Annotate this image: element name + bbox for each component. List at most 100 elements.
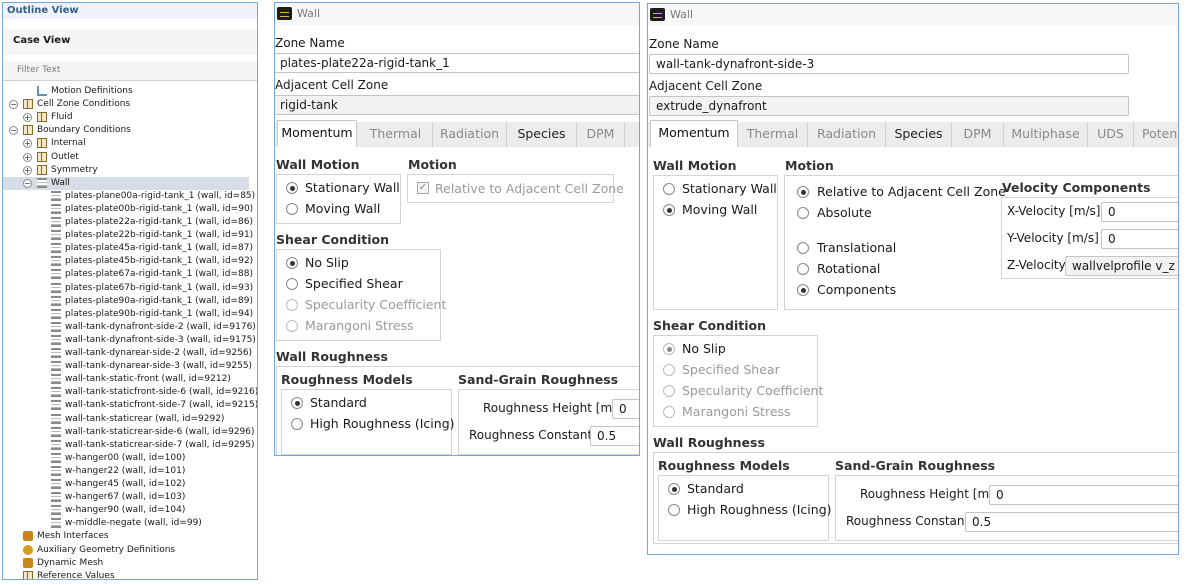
standard-radio[interactable]	[291, 397, 303, 409]
expand-icon[interactable]: +	[23, 113, 32, 123]
tree-item[interactable]: − Wall	[3, 176, 249, 190]
tree-item[interactable]: plates-plate67b-rigid-tank_1 (wall, id=9…	[3, 282, 253, 295]
tab-more[interactable]	[625, 122, 639, 147]
tree-item[interactable]: wall-tank-staticfront-side-6 (wall, id=9…	[3, 386, 257, 399]
tab-radiation[interactable]: Radiation	[808, 122, 886, 147]
tab-species[interactable]: Species	[886, 122, 952, 147]
absolute-radio[interactable]	[797, 207, 809, 219]
tree-item[interactable]: Reference Values	[3, 570, 253, 579]
collapse-icon[interactable]: −	[9, 126, 18, 136]
tree-item[interactable]: w-hanger22 (wall, id=101)	[3, 465, 253, 478]
tree-item[interactable]: + Outlet	[3, 151, 253, 164]
tree-item-label: Auxiliary Geometry Definitions	[37, 544, 176, 555]
tree-item[interactable]: w-hanger90 (wall, id=104)	[3, 504, 253, 517]
tree-item[interactable]: plates-plate22b-rigid-tank_1 (wall, id=9…	[3, 229, 253, 242]
tree-item[interactable]: plates-plate45a-rigid-tank_1 (wall, id=8…	[3, 242, 253, 255]
relative-radio[interactable]	[797, 186, 809, 198]
tree-item[interactable]: wall-tank-dynafront-side-3 (wall, id=917…	[3, 334, 256, 347]
tree-item[interactable]: w-hanger67 (wall, id=103)	[3, 491, 253, 504]
rotational-radio[interactable]	[797, 263, 809, 275]
tab-momentum[interactable]: Momentum	[277, 120, 357, 147]
expand-icon[interactable]: +	[23, 165, 32, 175]
tree-item-label: Boundary Conditions	[37, 125, 131, 136]
roughness-height-input[interactable]: 0	[989, 485, 1178, 505]
tree-item[interactable]: Motion Definitions	[3, 85, 253, 98]
zone-name-label: Zone Name	[649, 37, 719, 51]
tab-thermal[interactable]: Thermal	[359, 122, 433, 147]
wall-icon	[51, 374, 61, 385]
tree-item[interactable]: wall-tank-staticrear (wall, id=9292)	[3, 413, 253, 426]
tree-item-label: plates-plate22a-rigid-tank_1 (wall, id=8…	[65, 217, 253, 227]
tree-item[interactable]: w-hanger00 (wall, id=100)	[3, 452, 253, 465]
collapse-icon[interactable]: −	[23, 178, 32, 188]
wall-icon	[51, 439, 61, 450]
tree-item[interactable]: + Internal	[3, 137, 253, 150]
tree-item[interactable]: − Boundary Conditions	[3, 124, 253, 137]
roughness-constant-input[interactable]: 0.5	[965, 512, 1178, 532]
tree-item[interactable]: plates-plate90b-rigid-tank_1 (wall, id=9…	[3, 308, 253, 321]
tab-thermal[interactable]: Thermal	[738, 122, 808, 147]
high-roughness-radio[interactable]	[291, 418, 303, 430]
tree-item[interactable]: plates-plate45b-rigid-tank_1 (wall, id=9…	[3, 255, 253, 268]
stationary-wall-radio[interactable]	[663, 183, 675, 195]
zone-name-input[interactable]: plates-plate22a-rigid-tank_1	[275, 53, 639, 73]
high-roughness-radio[interactable]	[668, 504, 680, 516]
roughness-models-group: Standard High Roughness (Icing)	[281, 389, 455, 455]
moving-wall-radio[interactable]	[286, 203, 298, 215]
tree-item[interactable]: wall-tank-static-front (wall, id=9212)	[3, 373, 253, 386]
tab-dpm[interactable]: DPM	[952, 122, 1004, 147]
translational-radio[interactable]	[797, 242, 809, 254]
x-velocity-input[interactable]: 0	[1101, 202, 1178, 222]
tab-radiation[interactable]: Radiation	[433, 122, 507, 147]
tree-item[interactable]: w-middle-negate (wall, id=99)	[3, 517, 253, 530]
tree-item[interactable]: wall-tank-dynarear-side-3 (wall, id=9255…	[3, 360, 253, 373]
components-radio[interactable]	[797, 284, 809, 296]
tree-item[interactable]: wall-tank-staticrear-side-7 (wall, id=92…	[3, 439, 255, 452]
tree-item[interactable]: − Cell Zone Conditions	[3, 98, 253, 111]
tab-dpm[interactable]: DPM	[577, 122, 625, 147]
tree-item[interactable]: wall-tank-dynarear-side-2 (wall, id=9256…	[3, 347, 253, 360]
adjacent-cell-zone-field: extrude_dynafront	[649, 96, 1129, 116]
tree-item[interactable]: Dynamic Mesh	[3, 557, 253, 570]
tree-item[interactable]: + Symmetry	[3, 164, 253, 177]
tab-species[interactable]: Species	[507, 122, 577, 147]
roughness-constant-input[interactable]: 0.5	[590, 426, 639, 446]
tree-item[interactable]: plates-plane00a-rigid-tank_1 (wall, id=8…	[3, 190, 255, 203]
tree-item[interactable]: plates-plate67a-rigid-tank_1 (wall, id=8…	[3, 268, 253, 281]
tree-item[interactable]: w-hanger45 (wall, id=102)	[3, 478, 253, 491]
tab-momentum[interactable]: Momentum	[650, 120, 738, 147]
moving-wall-radio[interactable]	[663, 204, 675, 216]
filter-text-input[interactable]: Filter Text	[3, 61, 257, 81]
tree-item[interactable]: plates-plate22a-rigid-tank_1 (wall, id=8…	[3, 216, 253, 229]
tree-item[interactable]: Auxiliary Geometry Definitions	[3, 544, 253, 557]
relative-checkbox[interactable]: ✓	[417, 182, 429, 194]
tab-multiphase[interactable]: Multiphase	[1004, 122, 1088, 147]
tree-item[interactable]: wall-tank-staticfront-side-7 (wall, id=9…	[3, 399, 257, 412]
specified-shear-radio[interactable]	[286, 278, 298, 290]
expand-icon[interactable]: +	[23, 139, 32, 149]
no-slip-radio[interactable]	[286, 257, 298, 269]
shear-condition-title: Shear Condition	[653, 318, 766, 333]
roughness-height-input[interactable]: 0	[612, 399, 639, 419]
stationary-wall-radio[interactable]	[286, 182, 298, 194]
tree-item[interactable]: plates-plate00b-rigid-tank_1 (wall, id=9…	[3, 203, 253, 216]
tab-uds[interactable]: UDS	[1088, 122, 1134, 147]
tree-item[interactable]: wall-tank-dynafront-side-2 (wall, id=917…	[3, 321, 256, 334]
tree-item[interactable]: plates-plate90a-rigid-tank_1 (wall, id=8…	[3, 295, 253, 308]
standard-radio[interactable]	[668, 483, 680, 495]
moving-wall-label: Moving Wall	[682, 202, 758, 217]
y-velocity-input[interactable]: 0	[1101, 229, 1178, 249]
tree-item[interactable]: wall-tank-staticrear-side-6 (wall, id=92…	[3, 426, 255, 439]
marangoni-radio	[663, 406, 675, 418]
tree-item[interactable]: Mesh Interfaces	[3, 530, 253, 543]
shear-condition-group: No Slip Specified Shear Specularity Coef…	[276, 249, 446, 341]
collapse-icon[interactable]: −	[9, 100, 18, 110]
expand-icon[interactable]: +	[23, 152, 32, 162]
z-velocity-label: Z-Velocity	[1007, 258, 1066, 272]
z-velocity-dropdown[interactable]: wallvelprofile v_z	[1065, 256, 1178, 276]
tree-item[interactable]: + Fluid	[3, 111, 253, 124]
tab-potential[interactable]: Poten	[1134, 122, 1178, 147]
gear-icon	[23, 544, 33, 555]
zone-name-input[interactable]: wall-tank-dynafront-side-3	[649, 54, 1129, 74]
tree-item-label: plates-plate90a-rigid-tank_1 (wall, id=8…	[65, 295, 253, 306]
